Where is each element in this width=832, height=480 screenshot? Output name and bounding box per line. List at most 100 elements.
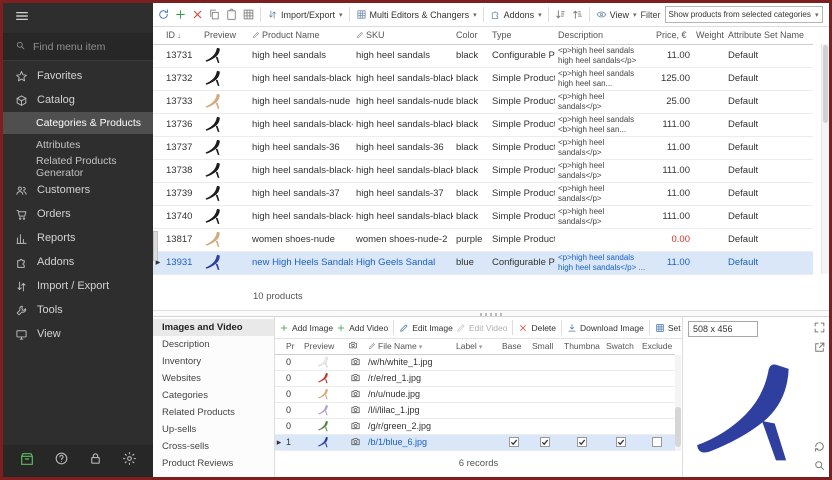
product-row[interactable]: 13731high heel sandalshigh heel sandalsb…: [153, 44, 813, 67]
tab-cross-sells[interactable]: Cross-sells: [153, 438, 274, 455]
sidebar-splitter-handle[interactable]: [153, 231, 158, 261]
view-menu[interactable]: View▾: [594, 8, 639, 21]
product-row[interactable]: 13733high heel sandals-nudehigh heel san…: [153, 90, 813, 113]
row-expander[interactable]: [153, 113, 163, 136]
column-header-thumbnail[interactable]: Thumbna: [561, 339, 603, 354]
addons-menu[interactable]: Addons▾: [488, 8, 544, 21]
copy-button[interactable]: [207, 7, 222, 22]
product-row[interactable]: 13740high heel sandals-black-38high heel…: [153, 205, 813, 228]
column-header-file-name[interactable]: File Name▾: [365, 339, 453, 354]
product-row[interactable]: 13737high heel sandals-36high heel sanda…: [153, 136, 813, 159]
open-external-icon[interactable]: [813, 341, 826, 354]
tab-categories[interactable]: Categories: [153, 387, 274, 404]
preview-image[interactable]: [687, 341, 809, 473]
image-row[interactable]: 0/n/u/nude.jpg: [275, 386, 675, 402]
sidebar-item-categories-products[interactable]: Categories & Products: [3, 112, 153, 134]
image-row[interactable]: 0/g/r/green_2.jpg: [275, 418, 675, 434]
image-row[interactable]: ▸1/b/1/blue_6.jpg: [275, 434, 675, 450]
download-image-button[interactable]: Download Image: [567, 323, 644, 333]
add-video-button[interactable]: Add Video: [336, 323, 388, 333]
paste-button[interactable]: [224, 7, 239, 22]
sort-asc-button[interactable]: [553, 7, 568, 22]
filters-menu[interactable]: Filters▾: [827, 9, 829, 21]
image-size-field[interactable]: 508 x 456: [688, 321, 758, 337]
lock-icon[interactable]: [88, 451, 103, 471]
row-expander[interactable]: [275, 354, 283, 370]
edit-video-button[interactable]: Edit Video: [456, 323, 508, 333]
row-expander[interactable]: [153, 182, 163, 205]
checkbox[interactable]: [616, 437, 626, 447]
column-header-base[interactable]: Base: [499, 339, 529, 354]
row-expander[interactable]: [275, 418, 283, 434]
store-icon[interactable]: [19, 451, 35, 472]
checkbox[interactable]: [540, 437, 550, 447]
sidebar-item-import-export[interactable]: Import / Export: [3, 274, 153, 298]
sidebar-search-input[interactable]: Find menu item: [3, 33, 153, 61]
product-row[interactable]: 13817women shoes-nudewomen shoes-nude-2p…: [153, 228, 813, 251]
product-row[interactable]: 13736high heel sandals-black-36high heel…: [153, 113, 813, 136]
column-header-attribute-set[interactable]: Attribute Set Name: [725, 27, 813, 44]
zoom-icon[interactable]: [813, 459, 826, 472]
row-expander[interactable]: [153, 159, 163, 182]
sidebar-item-favorites[interactable]: Favorites: [3, 64, 153, 88]
column-header-color[interactable]: Color: [453, 27, 489, 44]
checkbox[interactable]: [577, 437, 587, 447]
horizontal-splitter[interactable]: [153, 310, 829, 317]
rotate-icon[interactable]: [813, 440, 826, 453]
column-header-label[interactable]: Label▾: [453, 339, 499, 354]
sidebar-item-addons[interactable]: Addons: [3, 250, 153, 274]
sidebar-item-attributes[interactable]: Attributes: [3, 134, 153, 156]
multi-editors-menu[interactable]: Multi Editors & Changers▾: [354, 8, 479, 21]
product-row[interactable]: ▸13931new High Heels SandalsHigh Geels S…: [153, 251, 813, 274]
column-header-description[interactable]: Description: [555, 27, 653, 44]
column-header-preview[interactable]: Preview: [301, 339, 345, 354]
tab-inventory[interactable]: Inventory: [153, 353, 274, 370]
tab-up-sells[interactable]: Up-sells: [153, 421, 274, 438]
columns-button[interactable]: [241, 7, 256, 22]
column-header-exclude[interactable]: Exclude: [639, 339, 675, 354]
tab-product-reviews[interactable]: Product Reviews: [153, 455, 274, 472]
set-resize-rule-button[interactable]: Set Resize Rule▾: [655, 323, 682, 333]
row-expander[interactable]: [275, 386, 283, 402]
column-header-camera[interactable]: [345, 339, 365, 354]
column-header-preview[interactable]: Preview: [201, 27, 249, 44]
hamburger-menu-button[interactable]: [3, 3, 153, 33]
row-expander[interactable]: [153, 67, 163, 90]
sidebar-item-customers[interactable]: Customers: [3, 178, 153, 202]
product-row[interactable]: 13732high heel sandals-blackhigh heel sa…: [153, 67, 813, 90]
row-expander[interactable]: [153, 90, 163, 113]
column-header-type[interactable]: Type: [489, 27, 555, 44]
image-row[interactable]: 0/r/e/red_1.jpg: [275, 370, 675, 386]
row-expander[interactable]: [153, 44, 163, 67]
column-header-swatch[interactable]: Swatch: [603, 339, 639, 354]
column-header-priority[interactable]: Pr: [283, 339, 301, 354]
delete-button[interactable]: Delete: [518, 323, 556, 333]
delete-product-button[interactable]: [190, 7, 205, 22]
sidebar-item-related-products-generator[interactable]: Related Products Generator: [3, 156, 153, 178]
tab-websites[interactable]: Websites: [153, 370, 274, 387]
scrollbar-thumb[interactable]: [675, 407, 681, 447]
image-row[interactable]: 0/l/i/lilac_1.jpg: [275, 402, 675, 418]
images-scrollbar[interactable]: [675, 355, 681, 451]
column-header-sku[interactable]: SKU: [353, 27, 453, 44]
category-filter-select[interactable]: Show products from selected categories ▾: [665, 6, 823, 23]
tab-images-and-video[interactable]: Images and Video: [153, 319, 274, 336]
sidebar-item-catalog[interactable]: Catalog: [3, 88, 153, 112]
column-header-product-name[interactable]: Product Name: [249, 27, 353, 44]
edit-image-button[interactable]: Edit Image: [399, 323, 453, 333]
image-row[interactable]: 0/w/h/white_1.jpg: [275, 354, 675, 370]
tab-description[interactable]: Description: [153, 336, 274, 353]
vertical-scrollbar[interactable]: [821, 44, 829, 274]
scrollbar-thumb[interactable]: [823, 45, 828, 123]
row-expander[interactable]: [275, 370, 283, 386]
checkbox[interactable]: [509, 437, 519, 447]
tab-related-products[interactable]: Related Products: [153, 404, 274, 421]
row-expander[interactable]: [275, 402, 283, 418]
add-image-button[interactable]: Add Image: [279, 323, 333, 333]
checkbox[interactable]: [652, 437, 662, 447]
column-header-small[interactable]: Small: [529, 339, 561, 354]
sidebar-item-reports[interactable]: Reports: [3, 226, 153, 250]
column-header-price[interactable]: Price, €: [653, 27, 693, 44]
sidebar-item-orders[interactable]: Orders: [3, 202, 153, 226]
product-row[interactable]: 13738high heel sandals-black-37high heel…: [153, 159, 813, 182]
